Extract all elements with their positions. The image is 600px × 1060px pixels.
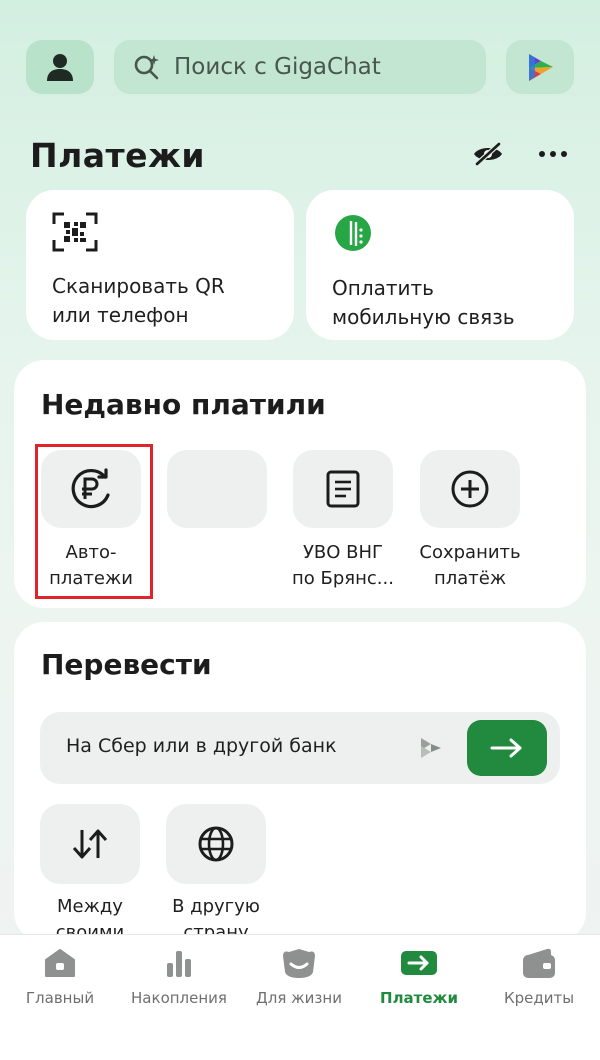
abroad-transfer-tile[interactable]: [166, 804, 266, 884]
bottom-nav: Главный Накопления Для жизни Платежи Кре…: [0, 934, 600, 1060]
scan-qr-label: или телефон: [52, 303, 189, 327]
arrow-right-icon: [490, 738, 522, 758]
hide-balance-button[interactable]: [470, 138, 506, 170]
save-payment-label: Сохранить платёж: [400, 540, 540, 592]
nav-item-credits[interactable]: Кредиты: [479, 945, 599, 1007]
eye-off-icon: [474, 142, 502, 166]
profile-button[interactable]: [26, 40, 94, 94]
highlight-frame: [35, 444, 153, 599]
more-dot-icon: [550, 151, 556, 157]
pay-mobile-label: Оплатить: [332, 276, 434, 300]
nav-item-life[interactable]: Для жизни: [239, 945, 359, 1007]
between-accounts-tile[interactable]: [40, 804, 140, 884]
recent-section-title: Недавно платили: [41, 388, 326, 421]
more-dot-icon: [561, 151, 567, 157]
save-payment-label-line: платёж: [433, 568, 507, 589]
plus-circle-icon: [451, 470, 489, 508]
top-bar: Поиск с GigaChat: [26, 40, 574, 94]
uvo-vng-label-line: УВО ВНГ: [302, 542, 384, 563]
nav-label: Накопления: [131, 989, 227, 1007]
swap-arrows-icon: [72, 829, 108, 859]
nav-item-payments[interactable]: Платежи: [359, 945, 479, 1007]
globe-icon: [198, 826, 234, 862]
more-options-button[interactable]: [532, 138, 574, 170]
home-icon: [0, 945, 120, 981]
document-icon: [326, 470, 360, 508]
payments-icon: [359, 945, 479, 981]
recent-payments-section: Недавно платили Авто- платежи УВО ВНГ по…: [14, 360, 586, 608]
savings-icon: [119, 945, 239, 981]
uvo-vng-label-line: по Брянс...: [292, 568, 394, 589]
recent-payee-tile[interactable]: [167, 450, 267, 528]
page-title: Платежи: [30, 136, 206, 175]
search-input[interactable]: Поиск с GigaChat: [114, 40, 486, 94]
transfer-section: Перевести На Сбер или в другой банк Межд…: [14, 622, 586, 943]
life-icon: [239, 945, 359, 981]
sber-play-icon: [529, 54, 553, 81]
sber-play-button[interactable]: [506, 40, 574, 94]
megafon-logo-icon: [335, 215, 371, 251]
nav-label: Главный: [25, 989, 95, 1007]
save-payment-label-line: Сохранить: [419, 542, 521, 563]
scan-qr-label: Сканировать QR: [52, 274, 225, 298]
user-icon: [47, 54, 73, 81]
nav-label: Для жизни: [256, 989, 342, 1007]
pay-mobile-card[interactable]: Оплатить мобильную связь: [306, 190, 574, 340]
sbp-logo-icon: [418, 736, 444, 764]
credits-icon: [479, 945, 599, 981]
scan-qr-card[interactable]: Сканировать QR или телефон: [26, 190, 294, 340]
qr-scan-icon: [52, 212, 98, 252]
gigachat-search-icon: [132, 52, 162, 82]
bank-transfer-row[interactable]: На Сбер или в другой банк: [40, 712, 560, 784]
more-dot-icon: [539, 151, 545, 157]
uvo-vng-tile[interactable]: [293, 450, 393, 528]
bank-transfer-label: На Сбер или в другой банк: [66, 735, 337, 757]
nav-label: Платежи: [380, 989, 458, 1007]
uvo-vng-label: УВО ВНГ по Брянс...: [273, 540, 413, 592]
nav-item-savings[interactable]: Накопления: [119, 945, 239, 1007]
nav-label: Кредиты: [503, 989, 575, 1007]
pay-mobile-label: мобильную связь: [332, 305, 515, 329]
between-accounts-label-line: Между: [57, 896, 123, 917]
nav-item-home[interactable]: Главный: [0, 945, 120, 1007]
search-placeholder: Поиск с GigaChat: [174, 54, 381, 80]
save-payment-tile[interactable]: [420, 450, 520, 528]
transfer-section-title: Перевести: [41, 648, 212, 681]
transfer-go-button[interactable]: [467, 720, 547, 776]
abroad-transfer-label-line: В другую: [172, 896, 260, 917]
